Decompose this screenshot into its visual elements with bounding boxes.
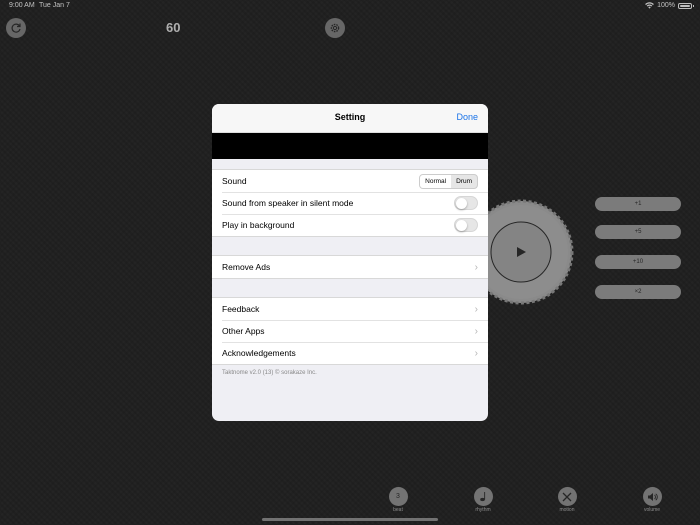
chevron-right-icon: › (474, 303, 478, 315)
sound-group: Sound Normal Drum Sound from speaker in … (212, 169, 488, 237)
sound-segmented-control[interactable]: Normal Drum (419, 173, 478, 189)
ads-group: Remove Ads › (212, 255, 488, 279)
modal-title: Setting (334, 112, 366, 122)
acknowledgements-row[interactable]: Acknowledgements › (212, 342, 488, 364)
done-button[interactable]: Done (456, 112, 478, 122)
silent-mode-toggle[interactable] (454, 196, 478, 210)
background-row: Play in background (212, 214, 488, 236)
version-text: Taktnome v2.0 (13) © sorakaze Inc. (222, 370, 317, 376)
modal-header: Setting Done (212, 104, 488, 133)
remove-ads-label: Remove Ads (222, 262, 271, 272)
acknowledgements-label: Acknowledgements (222, 348, 296, 358)
sound-row: Sound Normal Drum (212, 170, 488, 192)
sound-option-normal[interactable]: Normal (420, 174, 452, 188)
sound-option-drum[interactable]: Drum (451, 175, 477, 188)
remove-ads-row[interactable]: Remove Ads › (212, 256, 488, 278)
background-toggle[interactable] (454, 218, 478, 232)
background-label: Play in background (222, 220, 295, 230)
other-apps-row[interactable]: Other Apps › (212, 320, 488, 342)
silent-mode-label: Sound from speaker in silent mode (222, 198, 354, 208)
ad-banner[interactable] (212, 133, 488, 159)
feedback-label: Feedback (222, 304, 260, 314)
settings-modal: Setting Done Sound Normal Drum Sound fro… (212, 104, 488, 421)
chevron-right-icon: › (474, 347, 478, 359)
sound-label: Sound (222, 176, 247, 186)
info-group: Feedback › Other Apps › Acknowledgements… (212, 297, 488, 365)
chevron-right-icon: › (474, 261, 478, 273)
other-apps-label: Other Apps (222, 326, 265, 336)
chevron-right-icon: › (474, 325, 478, 337)
feedback-row[interactable]: Feedback › (212, 298, 488, 320)
silent-mode-row: Sound from speaker in silent mode (212, 192, 488, 214)
